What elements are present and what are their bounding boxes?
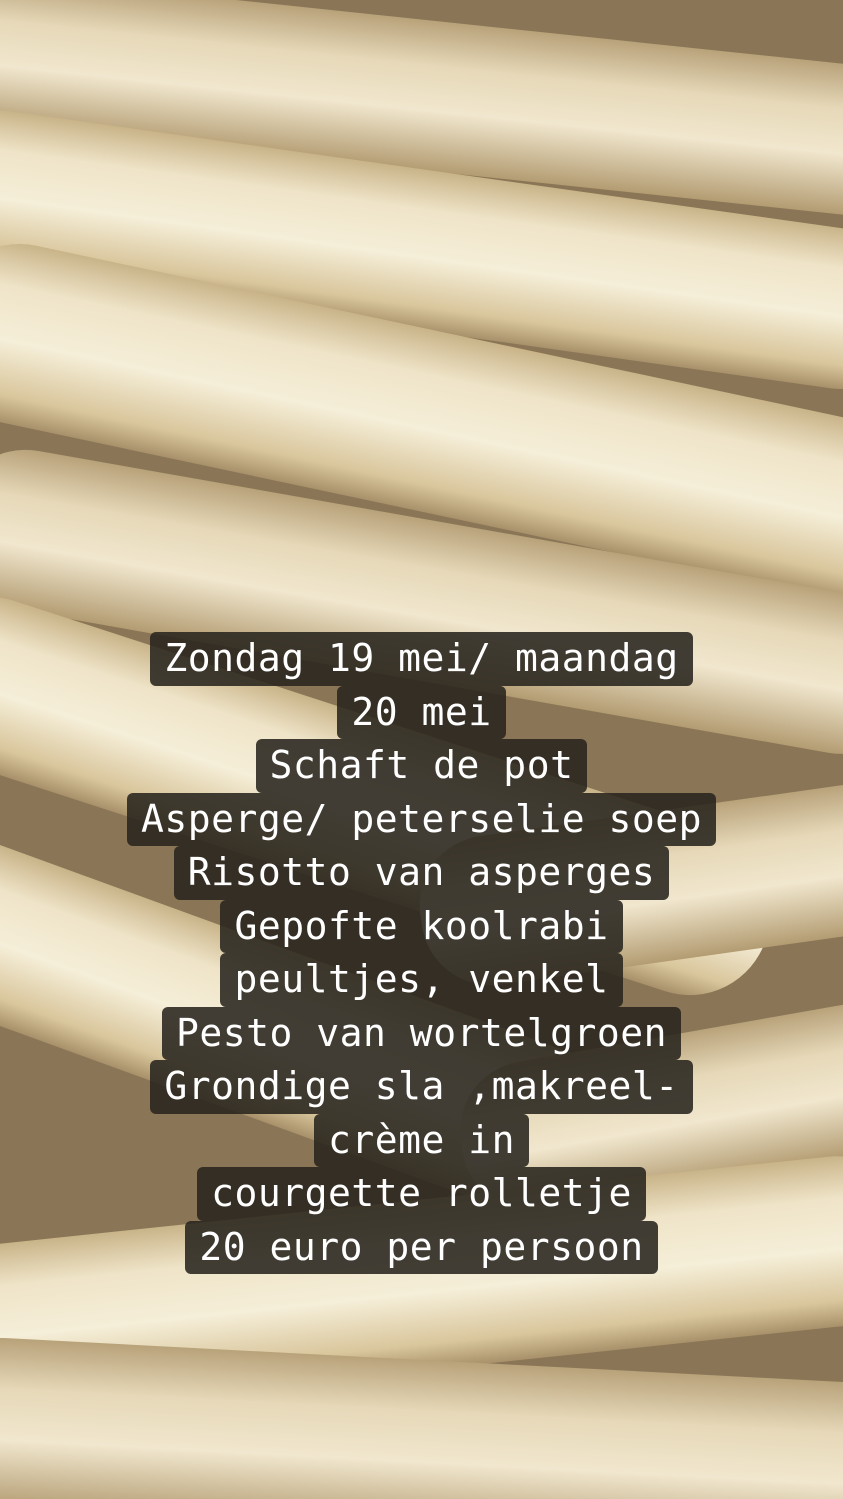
caption-line-koolrabi: Gepofte koolrabi (220, 899, 623, 953)
caption-line-courgette: courgette rolletje (197, 1167, 646, 1221)
story-caption: Zondag 19 mei/ maandag 20 mei Schaft de … (0, 632, 843, 1274)
caption-line-pesto: Pesto van wortelgroen (162, 1006, 681, 1060)
caption-line-creme: crème in (313, 1113, 530, 1167)
caption-line-price: 20 euro per persoon (185, 1220, 658, 1274)
caption-line-title: Schaft de pot (255, 739, 588, 793)
caption-line-soup: Asperge/ peterselie soep (126, 792, 717, 846)
caption-line-risotto: Risotto van asperges (173, 846, 670, 900)
caption-line-peultjes: peultjes, venkel (220, 953, 623, 1007)
caption-line-date-cont: 20 mei (337, 685, 506, 739)
caption-line-date: Zondag 19 mei/ maandag (150, 632, 693, 686)
caption-line-sla: Grondige sla ,makreel- (150, 1060, 693, 1114)
